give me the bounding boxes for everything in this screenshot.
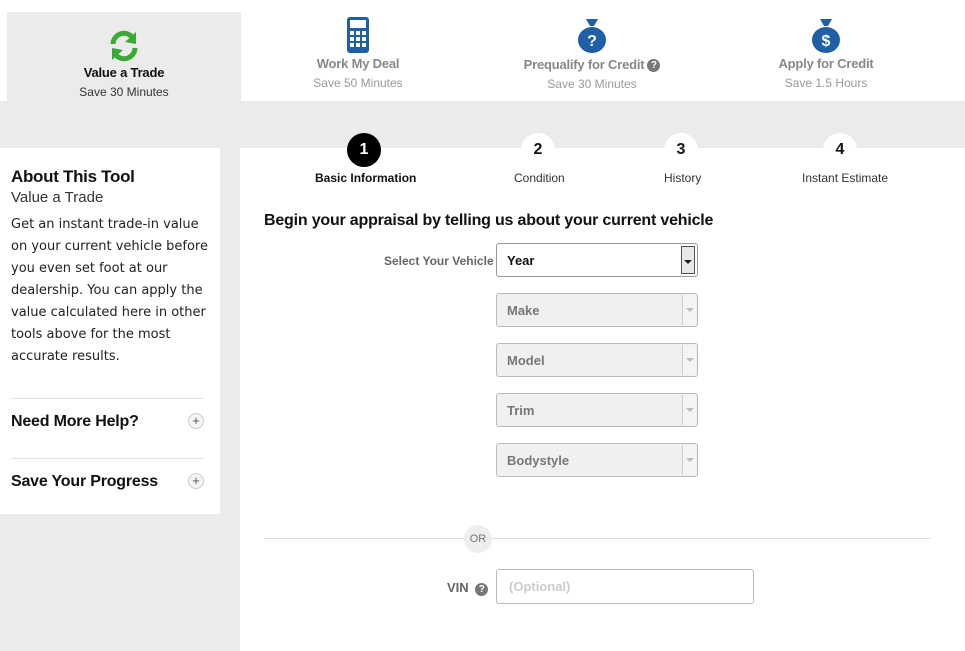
tab-work-my-deal[interactable]: Work My Deal Save 50 Minutes — [241, 0, 475, 90]
bodystyle-select[interactable]: Bodystyle — [496, 443, 698, 477]
model-select[interactable]: Model — [496, 343, 698, 377]
bodystyle-select-value: Bodystyle — [507, 453, 570, 468]
save-progress-toggle[interactable]: Save Your Progress + — [11, 458, 204, 518]
tab-title: Work My Deal — [316, 56, 400, 71]
step-label: Condition — [514, 171, 565, 185]
chevron-down-icon — [682, 395, 696, 425]
or-divider — [264, 538, 931, 539]
about-panel: About This Tool Value a Trade Get an ins… — [0, 148, 220, 514]
step-indicator: 1 Basic Information 2 Condition 3 Histor… — [240, 133, 965, 198]
year-select-value: Year — [507, 253, 535, 268]
or-badge: OR — [464, 525, 492, 553]
tab-title: Prequalify for Credit — [523, 57, 645, 72]
about-subtitle: Value a Trade — [11, 189, 104, 206]
chevron-down-icon[interactable] — [681, 246, 695, 274]
chevron-down-icon — [682, 295, 696, 325]
make-select-value: Make — [507, 303, 540, 318]
save-progress-label: Save Your Progress — [11, 473, 158, 490]
tab-subtitle: Save 30 Minutes — [547, 77, 637, 91]
about-description: Get an instant trade-in value on your cu… — [11, 217, 208, 364]
tab-value-a-trade[interactable]: Value a Trade Save 30 Minutes — [7, 12, 241, 101]
appraisal-panel: 1 Basic Information 2 Condition 3 Histor… — [240, 133, 965, 651]
vin-label-text: VIN — [447, 580, 469, 595]
svg-text:$: $ — [822, 33, 831, 50]
year-select[interactable]: Year — [496, 243, 698, 277]
tab-apply-for-credit[interactable]: $ Apply for Credit Save 1.5 Hours — [709, 0, 943, 90]
step-label: Basic Information — [315, 171, 417, 185]
trim-select[interactable]: Trim — [496, 393, 698, 427]
model-select-value: Model — [507, 353, 545, 368]
select-vehicle-label: Select Your Vehicle — [384, 254, 494, 268]
tab-prequalify-for-credit[interactable]: ? Prequalify for Credit? Save 30 Minutes — [475, 0, 709, 91]
plus-icon[interactable]: + — [188, 473, 204, 489]
step-number: 3 — [664, 133, 698, 167]
calculator-icon — [347, 17, 369, 53]
chevron-down-icon — [682, 345, 696, 375]
tab-subtitle: Save 50 Minutes — [313, 76, 403, 90]
vin-input[interactable] — [496, 569, 754, 604]
tab-subtitle: Save 30 Minutes — [79, 85, 169, 99]
help-icon[interactable]: ? — [475, 583, 489, 596]
tab-title: Value a Trade — [83, 65, 165, 80]
refresh-icon — [110, 30, 138, 62]
step-label: Instant Estimate — [802, 171, 889, 185]
make-select[interactable]: Make — [496, 293, 698, 327]
step-label: History — [664, 171, 702, 185]
chevron-down-icon — [682, 445, 696, 475]
plus-icon[interactable]: + — [188, 413, 204, 429]
step-number: 4 — [823, 133, 857, 167]
tab-title: Apply for Credit — [778, 56, 874, 71]
help-icon[interactable]: ? — [647, 59, 661, 72]
money-bag-dollar-icon: $ — [812, 19, 840, 53]
tab-title-row: Prequalify for Credit? — [475, 56, 709, 74]
vin-label: VIN ? — [447, 580, 489, 596]
trim-select-value: Trim — [507, 403, 535, 418]
tool-tabs: Value a Trade Save 30 Minutes Work My De… — [0, 0, 965, 101]
about-title: About This Tool — [11, 167, 135, 186]
form-heading: Begin your appraisal by telling us about… — [264, 212, 714, 229]
svg-text:?: ? — [587, 33, 597, 50]
money-bag-question-icon: ? — [578, 19, 606, 53]
tab-subtitle: Save 1.5 Hours — [784, 76, 868, 90]
step-number: 1 — [347, 133, 381, 167]
need-more-help-label: Need More Help? — [11, 413, 139, 430]
need-more-help-toggle[interactable]: Need More Help? + — [11, 398, 204, 458]
step-number: 2 — [521, 133, 555, 167]
